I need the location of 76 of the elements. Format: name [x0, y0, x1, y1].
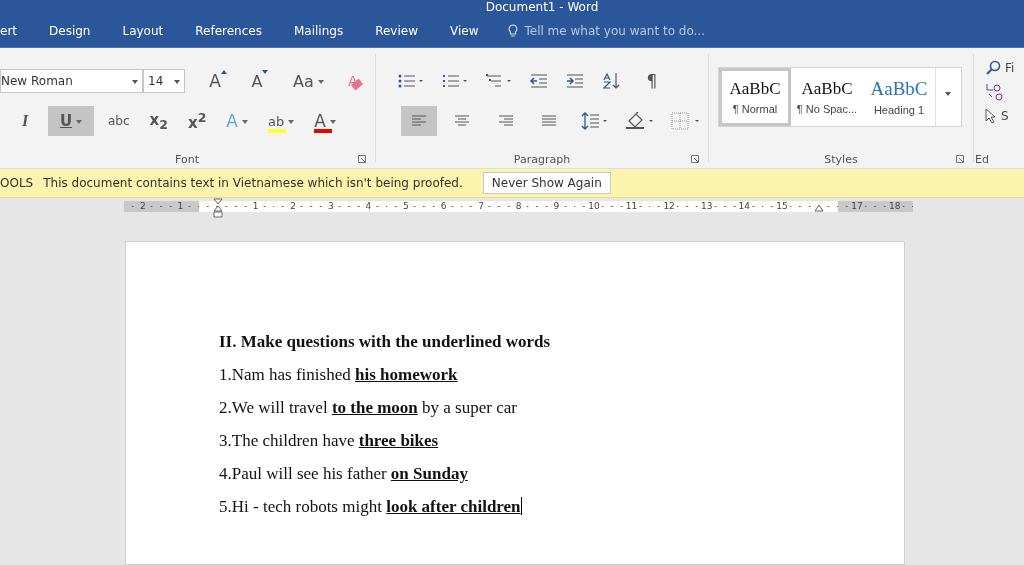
- change-case-button[interactable]: Aa: [287, 66, 330, 96]
- ruler-number: 5: [401, 201, 411, 212]
- replace-icon[interactable]: [985, 82, 1005, 102]
- format-button[interactable]: abc: [102, 106, 136, 136]
- search-icon: [985, 60, 1001, 76]
- exercise-sentence: 5.Hi - tech robots might look after children: [219, 497, 523, 516]
- exercise-heading: II. Make questions with the underlined words: [219, 332, 552, 351]
- lightbulb-icon: [508, 23, 519, 38]
- style-item[interactable]: AaBbC ¶ Normal: [719, 68, 791, 126]
- ruler-number: 11: [623, 201, 640, 212]
- window-title: Document1 - Word: [485, 0, 599, 14]
- select-button[interactable]: S: [985, 108, 1024, 124]
- ruler-number: 8: [513, 201, 524, 212]
- line-spacing-icon[interactable]: [581, 112, 609, 130]
- message-text: This document contains text in Vietnamese which isn't being proofed.: [43, 176, 463, 190]
- ribbon-tab[interactable]: Design: [33, 17, 107, 44]
- indent-marker-icon[interactable]: [213, 198, 223, 218]
- ruler-number: 7: [476, 201, 486, 212]
- font-name-dropdown[interactable]: New Roman: [0, 69, 143, 93]
- ruler-number: 15: [774, 201, 790, 212]
- shrink-font-button[interactable]: A: [245, 66, 275, 96]
- ruler-number: 1: [250, 201, 261, 212]
- align-icon: [497, 115, 514, 127]
- exercise-sentence: 1.Nam has finished his homework: [219, 365, 459, 384]
- align-icon: [541, 115, 558, 127]
- ruler-number: 2: [137, 201, 148, 212]
- ruler-number: 9: [551, 201, 562, 212]
- show-formatting-button[interactable]: ¶: [637, 66, 667, 96]
- ruler-number: 4: [363, 201, 374, 212]
- never-show-again-button[interactable]: Never Show Again: [482, 172, 611, 194]
- shading-icon[interactable]: [625, 112, 655, 130]
- format-button[interactable]: A: [308, 106, 342, 136]
- decrease-indent-icon[interactable]: [529, 73, 549, 89]
- bullets-icon[interactable]: [397, 73, 425, 89]
- ruler-number: 10: [586, 201, 602, 212]
- ribbon-tab[interactable]: ert: [0, 17, 34, 44]
- group-label: Styles: [824, 153, 858, 166]
- find-button[interactable]: Fi: [985, 60, 1024, 76]
- ribbon-tab[interactable]: Review: [359, 17, 434, 44]
- group-label: Font: [175, 153, 199, 166]
- format-button[interactable]: I: [10, 106, 40, 136]
- format-button[interactable]: U: [48, 106, 94, 136]
- ribbon-tab[interactable]: Layout: [106, 17, 180, 44]
- message-bar-label: OOLS: [0, 176, 34, 190]
- increase-indent-icon[interactable]: [565, 73, 585, 89]
- ruler-number: 2: [288, 201, 299, 212]
- dialog-launcher-icon[interactable]: [956, 155, 964, 163]
- exercise-sentence: 2.We will travel to the moon by a super car: [219, 398, 518, 417]
- ribbon-tab[interactable]: References: [179, 17, 278, 44]
- multilevel-list-icon[interactable]: [485, 73, 513, 89]
- align-icon: [410, 115, 427, 127]
- sort-icon[interactable]: [601, 72, 621, 90]
- font-size-dropdown[interactable]: 14: [143, 69, 185, 93]
- indent-marker-icon[interactable]: [814, 204, 824, 212]
- ruler-number: 6: [438, 201, 449, 212]
- tell-me-field[interactable]: Tell me what you want to do...: [508, 22, 727, 39]
- grow-font-button[interactable]: A: [203, 66, 233, 96]
- ruler-number: 3: [325, 201, 336, 212]
- format-button[interactable]: ab: [262, 106, 301, 136]
- ruler-number: 17: [849, 201, 865, 212]
- ribbon-tab[interactable]: View: [433, 17, 495, 44]
- group-label: Ed: [975, 153, 989, 166]
- cursor-icon: [985, 108, 997, 124]
- format-button[interactable]: x$_{2}$: [143, 106, 174, 136]
- exercise-sentence: 3.The children have three bikes: [219, 431, 440, 450]
- ruler-number: 14: [736, 201, 752, 212]
- exercise-sentence: 4.Paul will see his father on Sunday: [219, 464, 469, 483]
- numbering-icon[interactable]: [441, 73, 469, 89]
- ribbon-tab[interactable]: Mailings: [277, 17, 360, 44]
- align-icon: [454, 115, 471, 127]
- dialog-launcher-icon[interactable]: [691, 155, 699, 163]
- group-label: Paragraph: [513, 153, 571, 166]
- dialog-launcher-icon[interactable]: [358, 155, 366, 163]
- ruler-number: 12: [661, 201, 677, 212]
- ruler-number: 1: [175, 201, 186, 212]
- format-button[interactable]: x$^{2}$: [181, 106, 213, 136]
